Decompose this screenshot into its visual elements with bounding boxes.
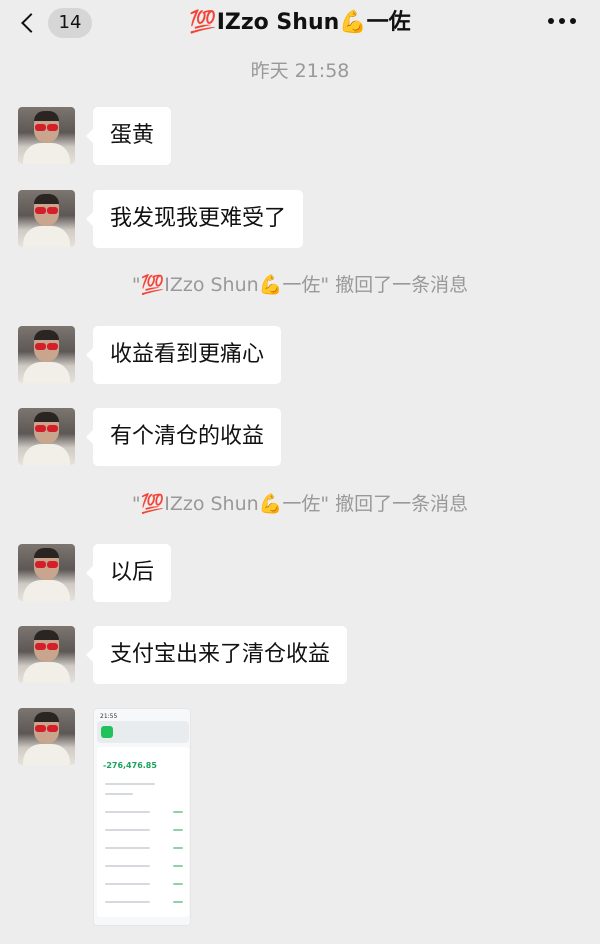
image-earnings-card: -276,476.85 [97, 747, 189, 917]
flexed-arm-icon: 💪 [258, 274, 283, 296]
chat-title: 💯IZzo Shun💪一佐 [0, 8, 600, 38]
avatar[interactable] [18, 626, 75, 683]
avatar[interactable] [18, 408, 75, 465]
contact-name-suffix: 一佐 [366, 10, 411, 35]
wechat-icon [101, 726, 113, 738]
more-button[interactable] [548, 18, 576, 24]
avatar[interactable] [18, 190, 75, 247]
hundred-points-icon: 💯 [189, 10, 217, 35]
avatar[interactable] [18, 544, 75, 601]
message-bubble[interactable]: 收益看到更痛心 [85, 326, 282, 384]
contact-name: IZzo Shun [216, 10, 340, 35]
recall-notice: "💯IZzo Shun💪一佐" 撤回了一条消息 [131, 493, 469, 515]
message-timestamp: 昨天 21:58 [250, 60, 350, 82]
hundred-points-icon: 💯 [140, 493, 165, 515]
avatar[interactable] [18, 708, 75, 765]
image-amount: -276,476.85 [103, 761, 157, 770]
image-status-time: 21:55 [100, 713, 118, 720]
flexed-arm-icon: 💪 [339, 10, 367, 35]
more-dots-icon [548, 18, 554, 24]
message-bubble[interactable]: 以后 [85, 544, 172, 602]
flexed-arm-icon: 💪 [258, 493, 283, 515]
recall-notice: "💯IZzo Shun💪一佐" 撤回了一条消息 [131, 274, 469, 296]
message-bubble[interactable]: 支付宝出来了清仓收益 [85, 626, 348, 684]
message-bubble[interactable]: 蛋黄 [85, 107, 172, 165]
message-bubble[interactable]: 我发现我更难受了 [85, 190, 304, 248]
hundred-points-icon: 💯 [140, 274, 165, 296]
chat-header: 14 💯IZzo Shun💪一佐 [0, 0, 600, 52]
avatar[interactable] [18, 326, 75, 383]
image-message[interactable]: 21:55 -276,476.85 [93, 708, 191, 926]
message-bubble[interactable]: 有个清仓的收益 [85, 408, 282, 466]
avatar[interactable] [18, 107, 75, 164]
image-notification-banner [97, 721, 189, 743]
